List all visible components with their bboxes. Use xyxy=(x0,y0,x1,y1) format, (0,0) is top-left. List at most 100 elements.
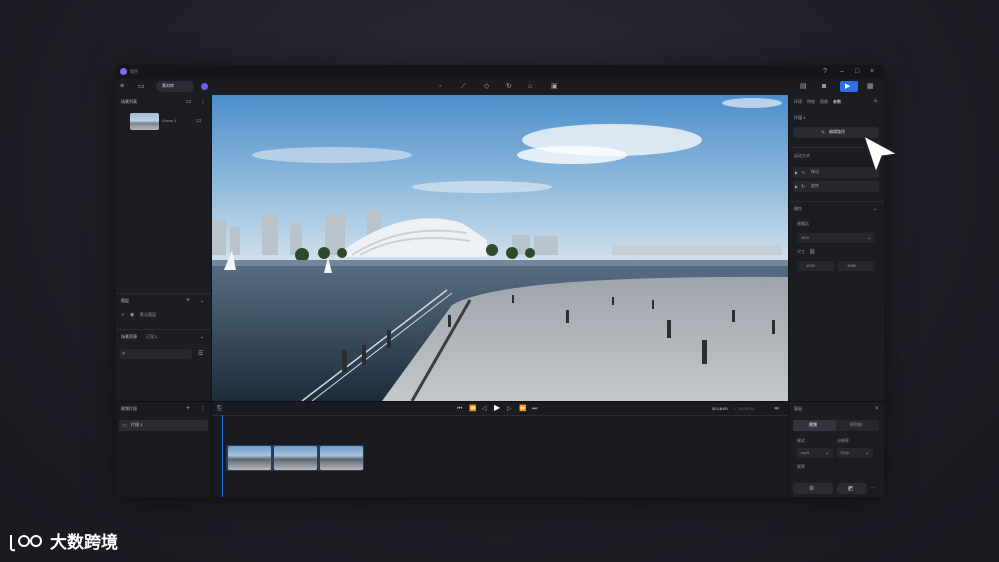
motion-item-rotate[interactable]: ▶ ↻ 旋转 xyxy=(793,181,879,192)
skip-end-icon[interactable]: ⏭ xyxy=(532,405,537,413)
maximize-icon[interactable]: □ xyxy=(855,68,859,76)
fit-icon[interactable]: ⇹ xyxy=(774,405,779,413)
skip-start-icon[interactable]: ⏮ xyxy=(457,405,462,413)
video-mode-button[interactable]: ▶ xyxy=(840,81,858,92)
camera-dropdown-icon[interactable]: ⎘ xyxy=(217,405,222,413)
motion-move-label: 移动 xyxy=(811,169,819,174)
more-icon[interactable]: ⋮ xyxy=(200,405,206,413)
camera-move-icon[interactable]: ⌂ xyxy=(528,83,532,91)
watermark-logo-icon xyxy=(10,535,42,552)
pen-icon: ✎ xyxy=(821,130,826,136)
format-label: 格式 xyxy=(797,438,805,443)
tab-parameters[interactable]: 参数 xyxy=(833,99,841,105)
scene-render xyxy=(212,95,788,401)
aspect-select[interactable]: 16:9 ⌄ xyxy=(797,233,875,243)
top-toolbar: ≡ ▭ 素材库 ◦ ⟋ ◇ ↻ ⌂ ▣ ▤ ◙ ▶ ▦ xyxy=(116,79,884,95)
avatar[interactable] xyxy=(201,83,208,90)
tab-image[interactable]: 图像 xyxy=(820,99,828,105)
add-clip-icon[interactable]: + xyxy=(186,405,190,413)
save-icon[interactable]: ▦ xyxy=(867,83,874,91)
clip-item[interactable]: ▭ 片段 1 xyxy=(119,420,208,431)
timeline-thumbnail[interactable] xyxy=(274,446,317,470)
minimize-icon[interactable]: – xyxy=(840,68,844,76)
scene-item-label[interactable]: Scene 1 xyxy=(162,118,177,124)
aspect-label: 画幅比 xyxy=(797,221,809,226)
resolution-label: 分辨率 xyxy=(837,438,849,443)
clip-list-panel: 视频片段 + ⋮ ▭ 片段 1 xyxy=(116,402,212,497)
width-value: 1920 xyxy=(806,263,815,268)
menu-icon[interactable]: ≡ xyxy=(120,83,124,91)
rewind-icon[interactable]: ⏪ xyxy=(469,405,476,413)
clip-icon: ▭ xyxy=(122,423,127,429)
timeline-thumbnail[interactable] xyxy=(228,446,271,470)
divider xyxy=(789,201,884,202)
camera-icon[interactable]: ◙ xyxy=(822,83,826,91)
total-time: 00:30:00 xyxy=(739,406,755,411)
divider xyxy=(116,329,211,330)
magic-icon[interactable]: ✧ xyxy=(873,98,878,106)
tab-environment[interactable]: 环境 xyxy=(794,99,802,105)
scene-list-title: 场景列表 xyxy=(121,99,137,104)
move-icon: ∿ xyxy=(801,170,806,176)
more-icon[interactable]: ⋮ xyxy=(200,98,206,106)
step-forward-icon[interactable]: ▷ xyxy=(507,405,512,413)
more-options[interactable]: ··· xyxy=(871,485,875,491)
file-icon[interactable]: ▭ xyxy=(138,83,145,91)
grid-view-icon[interactable]: ▭ xyxy=(186,98,192,106)
height-input[interactable]: 1080 xyxy=(838,261,875,271)
library-button[interactable]: 素材库 xyxy=(156,81,194,92)
eye-icon[interactable]: ◉ xyxy=(130,311,134,319)
image-icon[interactable]: ▣ xyxy=(551,83,558,91)
check-icon: ✓ xyxy=(121,312,126,318)
chevron-down-icon[interactable]: ⌄ xyxy=(873,205,877,213)
motion-rotate-label: 旋转 xyxy=(811,183,819,188)
chevron-down-icon: ⌄ xyxy=(825,450,830,456)
link-icon[interactable]: ⛓ xyxy=(809,248,815,256)
add-layer-icon[interactable]: + xyxy=(186,297,190,305)
chevron-down-icon[interactable]: ⌄ xyxy=(200,333,204,341)
shape-icon[interactable]: ◇ xyxy=(484,83,489,91)
rotate-icon[interactable]: ↻ xyxy=(506,83,512,91)
format-select[interactable]: .mp4 ⌄ xyxy=(797,448,833,458)
search-input[interactable]: ⌕ xyxy=(120,349,192,359)
default-layer-label[interactable]: 默认图层 xyxy=(140,312,156,318)
tab-imported[interactable]: 已导入 xyxy=(146,334,158,340)
light-icon[interactable]: ◦ xyxy=(439,83,441,91)
clip-item-label: 片段 1 xyxy=(131,422,143,427)
height-value: 1080 xyxy=(847,263,856,268)
tab-scene-assets[interactable]: 场景资源 xyxy=(121,334,137,340)
render-viewport[interactable] xyxy=(212,95,788,401)
step-back-icon[interactable]: ◁ xyxy=(482,405,487,413)
fast-forward-icon[interactable]: ⏩ xyxy=(519,405,526,413)
playhead[interactable] xyxy=(222,415,223,497)
library-button-label: 素材库 xyxy=(162,83,174,88)
play-icon[interactable]: ▶ xyxy=(494,404,500,412)
resolution-select[interactable]: 720p ⌄ xyxy=(837,448,873,458)
export-title: 导出 xyxy=(794,406,802,411)
close-panel-icon[interactable]: × xyxy=(875,405,879,413)
rotate-small-icon: ↻ xyxy=(801,184,806,190)
help-icon[interactable]: ? xyxy=(823,68,827,76)
gear-icon: ⚙ xyxy=(809,486,815,492)
export-button[interactable]: ◩ xyxy=(837,483,867,494)
scene-thumbnail[interactable] xyxy=(130,113,159,130)
timeline-thumbnail[interactable] xyxy=(320,446,363,470)
watermark-text: 大数跨境 xyxy=(50,533,118,552)
close-icon[interactable]: × xyxy=(870,68,874,76)
screen-icon[interactable]: ▤ xyxy=(800,83,807,91)
tab-effects[interactable]: 特效 xyxy=(807,99,815,105)
width-input[interactable]: 1920 xyxy=(797,261,834,271)
measure-icon[interactable]: ⟋ xyxy=(461,83,466,91)
chevron-down-icon[interactable]: ⌄ xyxy=(200,297,204,305)
tab-sequence[interactable]: 序列帧 xyxy=(850,422,862,428)
left-panel: 场景列表 ▭ ⋮ Scene 1 ▭ 图层 + ⌄ ✓ ◉ 默认图层 场景资源 … xyxy=(116,95,212,401)
chevron-down-icon: ⌄ xyxy=(867,235,872,241)
title-bar: 项目 ? – □ × xyxy=(116,65,884,79)
size-label: 尺寸 xyxy=(797,249,805,254)
clip-track[interactable] xyxy=(226,445,364,471)
tab-video[interactable]: 视频 xyxy=(793,420,836,431)
list-view-icon[interactable]: ☰ xyxy=(198,350,203,358)
shot-label: 片段 1 xyxy=(794,115,806,120)
motion-section-title: 运动方式 xyxy=(794,153,810,158)
export-settings-button[interactable]: ⚙ xyxy=(793,483,833,494)
